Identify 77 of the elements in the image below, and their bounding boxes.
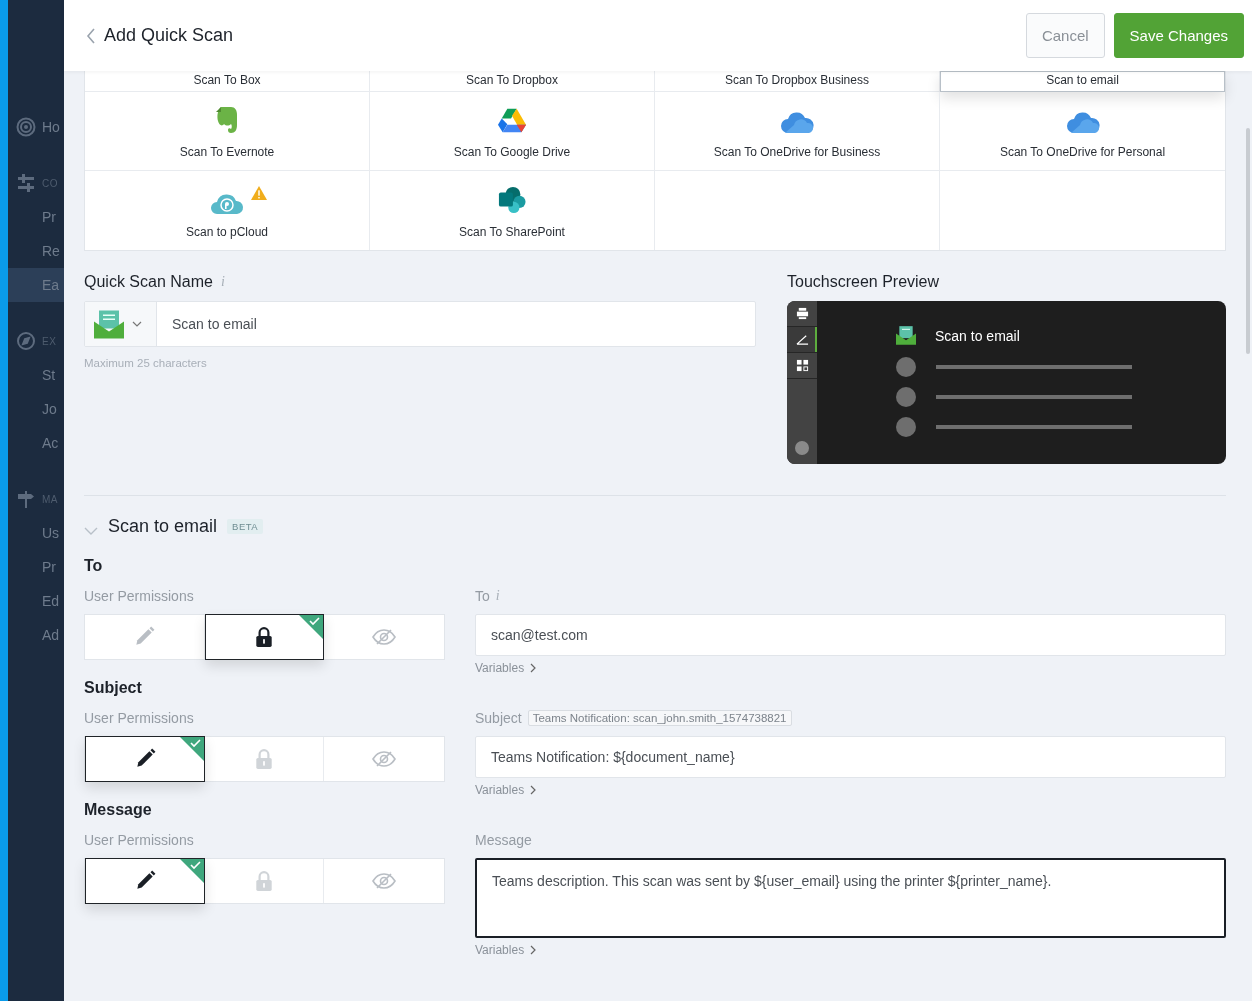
compass-icon bbox=[16, 331, 36, 351]
envelope-icon bbox=[896, 326, 916, 345]
sidebar-item[interactable]: Ad bbox=[8, 618, 64, 652]
section-title: Scan to email bbox=[108, 516, 218, 537]
eye-slash-icon bbox=[372, 751, 397, 767]
field-label: To bbox=[475, 587, 490, 604]
destination-tile[interactable]: Scan To Dropbox Business bbox=[655, 71, 940, 92]
name-field[interactable]: Scan to email bbox=[84, 301, 756, 347]
sidebar-item[interactable]: Ed bbox=[8, 584, 64, 618]
field-label: Message bbox=[475, 831, 532, 848]
preview-heading: Touchscreen Preview bbox=[787, 273, 941, 291]
sliders-icon bbox=[16, 173, 36, 193]
pencil-icon bbox=[133, 626, 156, 648]
sidebar-item[interactable]: Pr bbox=[8, 550, 64, 584]
sidebar-item[interactable]: Ea bbox=[8, 268, 64, 302]
sidebar-item[interactable]: Re bbox=[8, 234, 64, 268]
chevron-right-icon[interactable] bbox=[530, 785, 537, 795]
permissions-label: User Permissions bbox=[84, 831, 195, 848]
destination-tile[interactable]: Scan To Dropbox bbox=[370, 71, 655, 92]
field-heading: Quick Scan Name bbox=[84, 273, 213, 291]
destination-tile[interactable]: Scan To Box bbox=[85, 71, 370, 92]
broadcast-icon bbox=[16, 117, 36, 137]
cloud-icon bbox=[780, 111, 814, 135]
sample-tag: Teams Notification: scan_john.smith_1574738821 bbox=[527, 709, 792, 726]
destination-tile[interactable]: Scan To OneDrive for Business bbox=[655, 92, 940, 171]
cancel-button[interactable]: Cancel bbox=[1025, 13, 1105, 58]
chevron-right-icon[interactable] bbox=[530, 945, 537, 955]
destination-tile[interactable]: Scan To OneDrive for Personal bbox=[940, 92, 1225, 171]
eye-slash-icon bbox=[372, 873, 397, 889]
variables-link[interactable]: Variables bbox=[475, 783, 525, 797]
signpost-icon bbox=[16, 489, 36, 509]
sidebar-item[interactable]: Pr bbox=[8, 200, 64, 234]
chevron-right-icon[interactable] bbox=[530, 663, 537, 673]
icon-dropdown[interactable] bbox=[85, 302, 157, 346]
field-label: Subject bbox=[475, 709, 522, 726]
message-field[interactable]: Teams description. This scan was sent by ${user_email} using the printer ${printer_name}. bbox=[475, 858, 1226, 938]
padlock-icon bbox=[253, 870, 275, 892]
beta-badge: BETA bbox=[227, 519, 264, 534]
permissions-label: User Permissions bbox=[84, 587, 195, 604]
preview-item-label: Scan to email bbox=[935, 327, 1020, 344]
sidebar-item[interactable]: Jo bbox=[8, 392, 64, 426]
text-field[interactable]: scan@test.com bbox=[475, 614, 1226, 656]
sidebar-item[interactable]: Ho bbox=[8, 110, 64, 144]
cloud-icon bbox=[1065, 111, 1100, 135]
sidebar-item[interactable]: Ac bbox=[8, 426, 64, 460]
page-title: Add Quick Scan bbox=[104, 25, 234, 46]
scrollbar[interactable] bbox=[1246, 128, 1250, 354]
destination-tile[interactable]: Scan To Evernote bbox=[85, 92, 370, 171]
lock-option[interactable] bbox=[204, 614, 325, 660]
sharepoint-icon bbox=[498, 185, 526, 215]
chevron-icon[interactable] bbox=[84, 526, 98, 535]
field-title: Subject bbox=[84, 679, 143, 697]
hint-text: Maximum 25 characters bbox=[84, 357, 208, 369]
destination-tile[interactable]: Scan To SharePoint bbox=[370, 171, 655, 250]
eye-slash-icon bbox=[372, 629, 397, 645]
sidebar-item[interactable]: St bbox=[8, 358, 64, 392]
field-title: To bbox=[84, 557, 104, 575]
destination-tile[interactable]: Scan to pCloud bbox=[85, 171, 370, 250]
permissions-label: User Permissions bbox=[84, 709, 195, 726]
status-dot-icon bbox=[795, 441, 809, 455]
text-field[interactable]: Teams Notification: ${document_name} bbox=[475, 736, 1226, 778]
info-icon[interactable]: i bbox=[495, 587, 500, 604]
info-icon[interactable]: i bbox=[220, 274, 225, 290]
back-icon[interactable] bbox=[86, 27, 96, 44]
destination-tile[interactable]: Scan To Google Drive bbox=[370, 92, 655, 171]
envelope-icon bbox=[94, 309, 124, 339]
edit-option[interactable] bbox=[85, 736, 205, 782]
variables-link[interactable]: Variables bbox=[475, 661, 525, 675]
destination-tile[interactable]: Scan to email bbox=[940, 71, 1225, 92]
caret-icon bbox=[132, 321, 142, 327]
variables-link[interactable]: Variables bbox=[475, 943, 525, 957]
padlock-icon bbox=[253, 748, 275, 770]
save-button[interactable]: Save Changes bbox=[1113, 13, 1244, 58]
sidebar-item[interactable]: Us bbox=[8, 516, 64, 550]
edit-option[interactable] bbox=[85, 858, 205, 904]
field-title: Message bbox=[84, 801, 153, 819]
scan-angle-icon[interactable] bbox=[787, 327, 817, 353]
